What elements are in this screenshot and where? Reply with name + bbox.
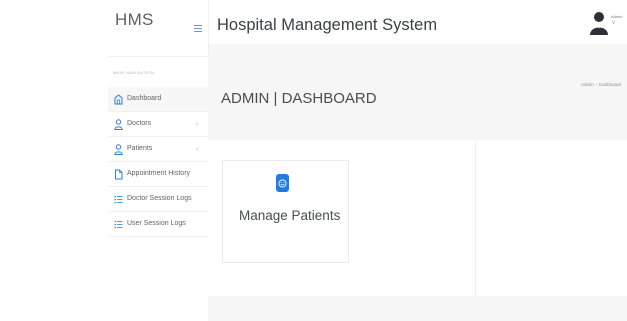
user-avatar-icon[interactable] — [589, 11, 609, 35]
sidebar-item-label: Doctor Session Logs — [127, 195, 192, 202]
user-icon — [114, 144, 123, 155]
chevron-left-icon[interactable]: ‹ — [196, 144, 199, 153]
chevron-down-icon[interactable]: v — [612, 20, 615, 26]
sidebar-item-label: Dashboard — [127, 95, 162, 102]
breadcrumb-current: Dashboard — [599, 82, 622, 87]
sidebar-item-label: Doctors — [127, 120, 152, 127]
user-name[interactable]: Admin — [611, 14, 622, 19]
sidebar-item-doctors[interactable]: Doctors ‹ — [108, 112, 208, 137]
sidebar-item-user-session-logs[interactable]: User Session Logs — [108, 212, 208, 237]
nav-caption: Main Navigation — [113, 70, 155, 75]
brand-logo[interactable]: HMS — [115, 10, 154, 30]
user-icon — [114, 119, 123, 130]
divider — [475, 140, 476, 296]
breadcrumb-separator: / — [595, 82, 598, 87]
sidebar-item-patients[interactable]: Patients ‹ — [108, 137, 208, 162]
card-title[interactable]: Manage Patients — [239, 208, 340, 223]
home-icon — [114, 94, 123, 105]
file-icon — [115, 169, 123, 180]
sidebar-item-dashboard[interactable]: Dashboard — [108, 87, 208, 112]
list-icon — [114, 221, 123, 229]
breadcrumb-root[interactable]: Admin — [581, 82, 594, 87]
sidebar-item-label: Appointment History — [127, 170, 191, 177]
list-icon — [114, 196, 123, 204]
smile-icon — [276, 174, 289, 192]
footer-band — [208, 296, 627, 321]
sidebar-item-label: User Session Logs — [127, 220, 186, 227]
menu-toggle-icon[interactable] — [194, 25, 202, 33]
sidebar-item-label: Patients — [127, 145, 153, 152]
app-title: Hospital Management System — [217, 16, 438, 34]
sidebar-item-doctor-session-logs[interactable]: Doctor Session Logs — [108, 187, 208, 212]
breadcrumb: Admin / Dashboard — [581, 82, 621, 87]
chevron-left-icon[interactable]: ‹ — [196, 119, 199, 128]
page-title: ADMIN | DASHBOARD — [221, 90, 377, 107]
sidebar-item-appointment-history[interactable]: Appointment History — [108, 162, 208, 187]
